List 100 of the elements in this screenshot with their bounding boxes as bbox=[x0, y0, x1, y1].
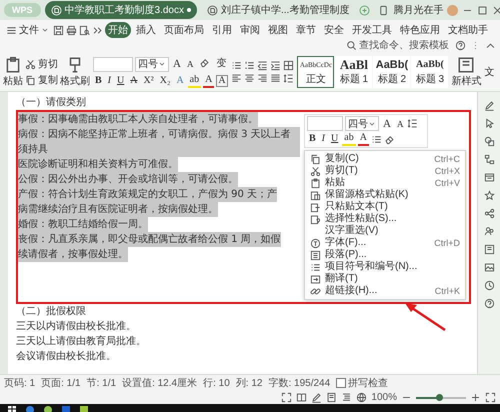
format-button[interactable]: X² bbox=[141, 74, 156, 86]
align-center-icon[interactable] bbox=[244, 73, 256, 84]
format-button[interactable]: U bbox=[329, 133, 340, 145]
format-button[interactable]: B bbox=[307, 133, 318, 145]
user-name[interactable]: 腾月光在手 bbox=[393, 3, 444, 17]
menu-item[interactable]: 段落(P)... bbox=[305, 249, 465, 261]
format-button[interactable]: I bbox=[320, 133, 328, 145]
people-icon[interactable] bbox=[484, 226, 494, 237]
format-button[interactable]: X₂ bbox=[158, 74, 172, 86]
help-icon[interactable] bbox=[455, 40, 466, 51]
eraser-icon[interactable] bbox=[384, 134, 395, 144]
pen-icon[interactable] bbox=[484, 100, 494, 111]
print-icon[interactable] bbox=[66, 24, 77, 36]
menu-item[interactable]: 超链接(H)... Ctrl+K bbox=[305, 285, 465, 297]
page-icon[interactable] bbox=[326, 392, 338, 403]
cursor-icon[interactable] bbox=[484, 118, 494, 129]
menu-item[interactable]: 字体(F)... Ctrl+D bbox=[305, 237, 465, 249]
slider-thumb[interactable] bbox=[436, 394, 442, 400]
format-button[interactable]: 变 bbox=[214, 58, 228, 70]
ribbon-tab[interactable]: 引用 bbox=[209, 22, 235, 38]
windows-icon[interactable] bbox=[8, 406, 16, 412]
more-label[interactable]: 文 bbox=[484, 65, 494, 79]
menu-item[interactable]: 保留源格式粘贴(K) bbox=[305, 189, 465, 201]
ribbon-tab[interactable]: 特色应用 bbox=[397, 22, 443, 38]
phone-icon[interactable] bbox=[378, 4, 390, 16]
close-dot-icon[interactable] bbox=[186, 8, 191, 12]
image-icon[interactable] bbox=[484, 262, 494, 273]
ribbon-tab[interactable]: 开发工具 bbox=[349, 22, 395, 38]
ribbon-tab[interactable]: 页面布局 bbox=[161, 22, 207, 38]
menu-item[interactable]: 汉字重选(V) bbox=[305, 225, 465, 237]
file-menu[interactable]: 文件 bbox=[4, 22, 51, 38]
bullet-list-icon[interactable] bbox=[231, 60, 242, 71]
zoom-in-icon[interactable] bbox=[470, 392, 481, 403]
align-left-icon[interactable] bbox=[231, 73, 242, 84]
checkbox[interactable] bbox=[336, 378, 346, 388]
menu-item[interactable]: 复制(C) Ctrl+C bbox=[305, 153, 465, 165]
format-button[interactable]: A bbox=[203, 74, 214, 88]
border-icon[interactable] bbox=[283, 60, 294, 71]
outline-icon[interactable] bbox=[341, 392, 352, 403]
format-button[interactable]: I bbox=[106, 74, 114, 86]
new-style-button[interactable]: 新样式 bbox=[451, 56, 482, 88]
menu-item[interactable]: 只粘贴文本(T) bbox=[305, 201, 465, 213]
maximize-icon[interactable] bbox=[477, 4, 488, 16]
ribbon-tab[interactable]: 文档助手 bbox=[445, 22, 491, 38]
ribbon-tab[interactable]: 视图 bbox=[265, 22, 291, 38]
star-icon[interactable] bbox=[484, 190, 494, 201]
textbox-icon[interactable] bbox=[484, 244, 494, 255]
copy-button[interactable]: 复制 bbox=[25, 73, 58, 87]
share-icon[interactable] bbox=[484, 208, 494, 219]
format-button[interactable]: A bbox=[171, 58, 183, 70]
format-button[interactable]: A bbox=[394, 118, 406, 130]
outdent-icon[interactable] bbox=[257, 60, 268, 71]
fit-icon[interactable] bbox=[281, 392, 292, 403]
cut-button[interactable]: 剪切 bbox=[25, 57, 58, 71]
document-tab[interactable]: 刘庄子镇中学...考勤管理制度 bbox=[200, 1, 356, 19]
pen-icon[interactable] bbox=[311, 392, 322, 403]
browser-icon[interactable] bbox=[26, 406, 34, 412]
font-size-field[interactable]: 四号 bbox=[135, 56, 169, 72]
format-button[interactable]: B bbox=[93, 74, 104, 86]
style-preset[interactable]: AaBl 标题 1 bbox=[335, 56, 372, 88]
ribbon-tab[interactable]: 安全 bbox=[321, 22, 347, 38]
paste-button[interactable]: 粘贴 bbox=[3, 56, 23, 88]
format-button[interactable]: A bbox=[381, 118, 393, 130]
format-button[interactable]: A bbox=[358, 132, 369, 146]
format-button[interactable]: A bbox=[216, 74, 228, 86]
book-icon[interactable] bbox=[296, 392, 308, 403]
line-spacing-icon[interactable] bbox=[407, 118, 418, 129]
globe-icon[interactable] bbox=[356, 392, 368, 403]
font-size-field[interactable]: 四号 bbox=[345, 116, 379, 131]
flowchart-icon[interactable] bbox=[484, 154, 494, 165]
format-button[interactable]: A bbox=[128, 74, 140, 86]
zoom-level[interactable]: 100% bbox=[371, 392, 397, 403]
more-icon[interactable] bbox=[92, 24, 103, 36]
justify-icon[interactable] bbox=[270, 73, 282, 84]
style-preset[interactable]: AaBb( 标题 3 bbox=[411, 56, 448, 88]
menu-item[interactable]: 粘贴 Ctrl+V bbox=[305, 177, 465, 189]
font-name-field[interactable] bbox=[307, 116, 343, 131]
menu-item[interactable]: 选择性粘贴(S)... bbox=[305, 213, 465, 225]
preview-icon[interactable] bbox=[79, 24, 90, 36]
style-preset[interactable]: AaBb( 标题 2 bbox=[373, 56, 410, 88]
format-button[interactable]: A bbox=[184, 58, 196, 70]
close-icon[interactable] bbox=[492, 4, 500, 16]
ribbon-tab[interactable]: 审阅 bbox=[237, 22, 263, 38]
format-painter-button[interactable]: 格式刷 bbox=[60, 56, 90, 88]
search-field[interactable]: 查找命令、搜索模板 bbox=[346, 40, 451, 51]
format-button[interactable]: ab bbox=[342, 132, 356, 146]
clock-icon[interactable] bbox=[484, 280, 494, 291]
menu-item[interactable]: 翻译(T) bbox=[305, 273, 465, 285]
numbered-list-icon[interactable] bbox=[244, 60, 256, 71]
ribbon-tab[interactable]: 插入 bbox=[133, 22, 159, 38]
spell-check-toggle[interactable]: 拼写检查 bbox=[336, 376, 388, 390]
font-name-field[interactable] bbox=[93, 56, 133, 72]
indent-icon[interactable] bbox=[270, 60, 282, 71]
document-tab[interactable]: 中学教职工考勤制度3.docx bbox=[44, 1, 197, 19]
app-icon[interactable] bbox=[44, 406, 52, 412]
format-button[interactable]: ab bbox=[188, 74, 202, 88]
frame-icon[interactable] bbox=[484, 172, 494, 183]
list-icon[interactable] bbox=[370, 134, 382, 144]
save-icon[interactable] bbox=[53, 24, 64, 36]
shapes-icon[interactable] bbox=[484, 136, 494, 147]
